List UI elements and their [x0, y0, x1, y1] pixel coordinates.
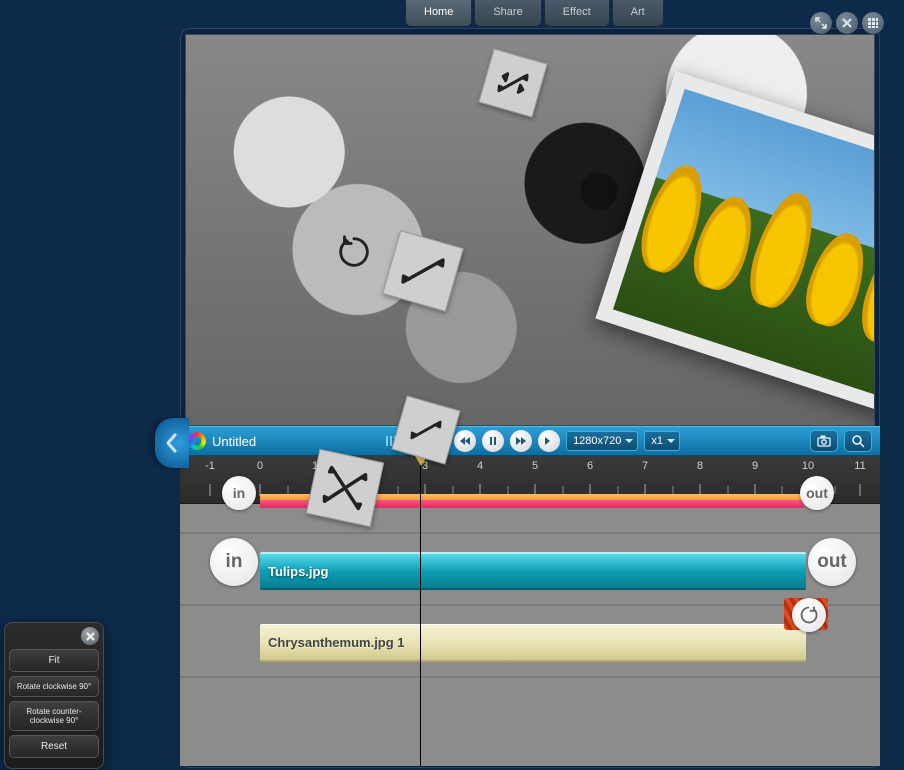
clip-label: Chrysanthemum.jpg 1: [268, 635, 405, 650]
rotate-ccw-button[interactable]: Rotate counter-clockwise 90°: [9, 701, 99, 731]
ruler-tick: 8: [697, 460, 703, 472]
clip-tulips[interactable]: Tulips.jpg: [260, 552, 806, 590]
in-marker-big[interactable]: in: [210, 538, 258, 586]
track-row-1[interactable]: Tulips.jpg: [180, 534, 880, 604]
tab-home[interactable]: Home: [405, 0, 472, 27]
track-row-0: [180, 504, 880, 532]
close-panel-icon[interactable]: [81, 627, 99, 645]
transform-panel: Fit Rotate clockwise 90° Rotate counter-…: [4, 622, 104, 769]
fullscreen-icon[interactable]: [810, 12, 832, 34]
tab-share[interactable]: Share: [474, 0, 541, 27]
forward-button[interactable]: [510, 430, 532, 452]
ruler-tick: 10: [802, 460, 814, 472]
ruler-tick: 11: [854, 460, 865, 472]
tracks-area: Tulips.jpg Chrysanthemum.jpg 1: [180, 504, 880, 766]
track-row-2[interactable]: Chrysanthemum.jpg 1: [180, 606, 880, 676]
out-marker-small[interactable]: out: [800, 476, 834, 510]
main-tabs: Home Share Effect Art: [405, 0, 664, 27]
rotate-handle-icon[interactable]: [326, 224, 382, 280]
zoom-button[interactable]: [844, 430, 872, 452]
expand-sidebar-button[interactable]: [155, 418, 189, 468]
go-end-button[interactable]: [538, 430, 560, 452]
app-logo-icon: [188, 432, 206, 450]
project-title: Untitled: [212, 434, 256, 449]
ruler-tick: -1: [205, 460, 215, 472]
control-bar: Untitled 1280x720 x1: [180, 426, 880, 456]
track-row-3[interactable]: [180, 678, 880, 764]
fit-button[interactable]: Fit: [9, 649, 99, 672]
out-marker-big[interactable]: out: [808, 538, 856, 586]
ruler-tick: 4: [477, 460, 483, 472]
ruler-tick: 6: [587, 460, 593, 472]
snapshot-button[interactable]: [810, 430, 838, 452]
rewind-button[interactable]: [454, 430, 476, 452]
ruler-tick: 9: [752, 460, 758, 472]
clip-chrysanthemum[interactable]: Chrysanthemum.jpg 1: [260, 624, 806, 662]
tab-effect[interactable]: Effect: [544, 0, 610, 27]
window-controls: [810, 12, 884, 34]
effects-loop-icon[interactable]: [792, 598, 826, 632]
tab-art[interactable]: Art: [612, 0, 664, 27]
ruler-tick: 5: [532, 460, 538, 472]
close-icon[interactable]: [836, 12, 858, 34]
ruler-tick: 7: [642, 460, 648, 472]
in-marker-small[interactable]: in: [222, 476, 256, 510]
pause-button[interactable]: [482, 430, 504, 452]
ruler-tick: 0: [257, 460, 263, 472]
playhead[interactable]: [420, 456, 421, 766]
resolution-select[interactable]: 1280x720: [566, 431, 638, 451]
rotate-cw-button[interactable]: Rotate clockwise 90°: [9, 676, 99, 697]
move-handle-icon[interactable]: [306, 449, 384, 527]
reset-button[interactable]: Reset: [9, 735, 99, 758]
clip-label: Tulips.jpg: [268, 564, 328, 579]
grid-icon[interactable]: [862, 12, 884, 34]
speed-select[interactable]: x1: [644, 431, 680, 451]
